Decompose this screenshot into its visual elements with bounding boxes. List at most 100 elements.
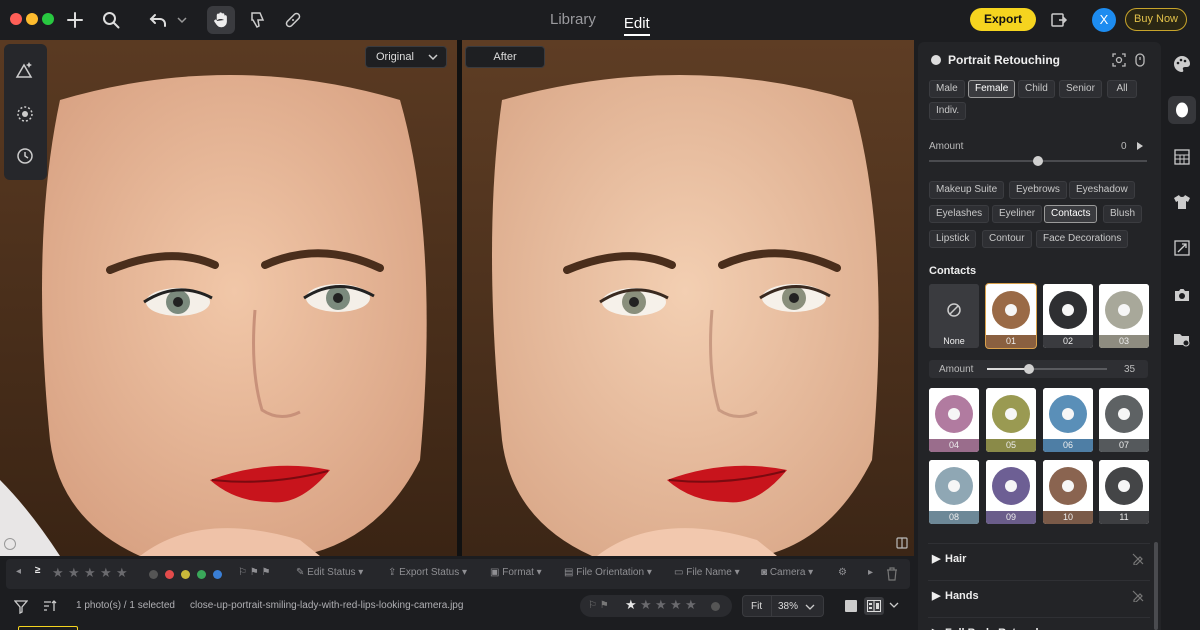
background-icon[interactable] (1171, 146, 1193, 168)
reset-icon[interactable] (1134, 53, 1146, 67)
face-detect-icon[interactable] (1112, 53, 1126, 67)
view-options-chevron-icon[interactable] (889, 602, 899, 609)
info-icon[interactable] (4, 538, 16, 550)
single-view-icon[interactable] (845, 600, 857, 612)
contact-swatch-07[interactable]: 07 (1099, 388, 1149, 452)
contact-swatch-03[interactable]: 03 (1099, 284, 1149, 348)
contact-swatch-08[interactable]: 08 (929, 460, 979, 524)
rating-filter-star-icon[interactable]: ★ (100, 565, 112, 581)
zoom-value[interactable]: 38% (778, 601, 798, 612)
section-hands[interactable]: ▶ Hands (928, 580, 1150, 610)
scroll-right-icon[interactable]: ▸ (868, 567, 873, 578)
chip-makeup-suite[interactable]: Makeup Suite (929, 181, 1005, 199)
expand-arrow-icon[interactable] (1136, 141, 1144, 151)
contacts-amount-knob[interactable] (1024, 364, 1034, 374)
contacts-none[interactable]: None (929, 284, 979, 348)
contact-swatch-09[interactable]: 09 (986, 460, 1036, 524)
color-label-dot[interactable] (197, 570, 206, 579)
color-label-dot[interactable] (181, 570, 190, 579)
close-window-button[interactable] (10, 13, 22, 25)
undo-history-chevron-icon[interactable] (170, 8, 194, 32)
split-view-icon[interactable] (896, 536, 908, 554)
chip-blush[interactable]: Blush (1103, 205, 1143, 223)
rating-star-icon[interactable]: ★ (640, 597, 652, 613)
contact-swatch-10[interactable]: 10 (1043, 460, 1093, 524)
fit-button[interactable]: Fit (751, 601, 762, 612)
chip-child[interactable]: Child (1018, 80, 1055, 98)
section-hair[interactable]: ▶ Hair (928, 543, 1150, 573)
filter-icon[interactable] (13, 600, 29, 619)
chip-eyebrows[interactable]: Eyebrows (1009, 181, 1067, 199)
hand-tool-icon[interactable] (207, 6, 235, 34)
tab-edit[interactable]: Edit (623, 4, 650, 36)
camera-icon[interactable] (1171, 284, 1193, 306)
add-icon[interactable] (63, 8, 87, 32)
trash-icon[interactable] (886, 567, 898, 581)
export-button[interactable]: Export (970, 8, 1036, 31)
undo-icon[interactable] (146, 8, 170, 32)
contact-swatch-06[interactable]: 06 (1043, 388, 1093, 452)
portrait-icon[interactable] (1168, 96, 1196, 124)
chip-female[interactable]: Female (968, 80, 1016, 98)
buy-now-button[interactable]: Buy Now (1125, 8, 1187, 31)
ai-adjust-icon[interactable] (11, 56, 39, 84)
original-photo[interactable]: Original (0, 40, 457, 556)
search-icon[interactable] (99, 8, 123, 32)
contact-swatch-05[interactable]: 05 (986, 388, 1036, 452)
minimize-window-button[interactable] (26, 13, 38, 25)
color-label-dot[interactable] (711, 602, 720, 611)
sort-icon[interactable] (43, 599, 57, 618)
bandage-icon[interactable] (281, 8, 305, 32)
rating-star-icon[interactable]: ★ (625, 597, 637, 613)
chip-contacts[interactable]: Contacts (1044, 205, 1098, 223)
filter-export-status[interactable]: ⇪ Export Status ▾ (388, 567, 467, 578)
rating-filter-star-icon[interactable]: ★ (52, 565, 64, 581)
retouch-brush-icon[interactable] (11, 100, 39, 128)
amount-slider-knob[interactable] (1033, 156, 1043, 166)
rating-star-icon[interactable]: ★ (685, 597, 697, 613)
rating-star-icon[interactable]: ★ (670, 597, 682, 613)
contact-swatch-02[interactable]: 02 (1043, 284, 1093, 348)
chip-individual[interactable]: Indiv. (929, 102, 967, 120)
contact-swatch-04[interactable]: 04 (929, 388, 979, 452)
more-filters-icon[interactable]: ⚙ (838, 567, 847, 578)
before-after-view-icon[interactable] (864, 597, 884, 615)
filter-format[interactable]: ▣ Format ▾ (490, 567, 542, 578)
filter-file-orientation[interactable]: ▤ File Orientation ▾ (564, 567, 652, 578)
maximize-window-button[interactable] (42, 13, 54, 25)
side-by-side-compare-icon[interactable] (1047, 8, 1071, 32)
chip-eyeshadow[interactable]: Eyeshadow (1069, 181, 1135, 199)
thumbnail-selection-frame[interactable] (18, 626, 78, 630)
chip-contour[interactable]: Contour (982, 230, 1032, 248)
color-label-dot[interactable] (165, 570, 174, 579)
section-full-body[interactable]: ▶ Full Body Retouch (928, 617, 1150, 630)
chevron-down-icon[interactable] (805, 604, 815, 611)
chip-eyeliner[interactable]: Eyeliner (992, 205, 1043, 223)
rating-operator-icon[interactable]: ≥ (35, 565, 41, 576)
dislike-hand-icon[interactable] (245, 8, 269, 32)
flag-icons[interactable]: ⚐ ⚑ (588, 600, 609, 611)
chip-all[interactable]: All (1107, 80, 1137, 98)
contact-swatch-01[interactable]: 01 (985, 283, 1037, 349)
rating-filter-star-icon[interactable]: ★ (116, 565, 128, 581)
chip-eyelashes[interactable]: Eyelashes (929, 205, 990, 223)
avatar[interactable]: X (1092, 8, 1116, 32)
filter-camera[interactable]: ◙ Camera ▾ (761, 567, 829, 578)
filter-file-name[interactable]: ▭ File Name ▾ (674, 567, 740, 578)
original-view-dropdown[interactable]: Original (365, 46, 447, 68)
filter-edit-status[interactable]: ✎ Edit Status ▾ (296, 567, 363, 578)
chip-senior[interactable]: Senior (1059, 80, 1102, 98)
contact-swatch-11[interactable]: 11 (1099, 460, 1149, 524)
folder-eye-icon[interactable] (1171, 329, 1193, 351)
crop-adjust-icon[interactable] (1171, 237, 1193, 259)
color-label-dot[interactable] (149, 570, 158, 579)
after-photo[interactable]: After (462, 40, 914, 556)
color-label-dot[interactable] (213, 570, 222, 579)
rating-star-icon[interactable]: ★ (655, 597, 667, 613)
clothing-icon[interactable] (1171, 191, 1193, 213)
panel-scrollbar[interactable] (1154, 542, 1158, 630)
tab-library[interactable]: Library (550, 0, 596, 40)
chip-male[interactable]: Male (929, 80, 965, 98)
rating-filter-star-icon[interactable]: ★ (68, 565, 80, 581)
chip-face-decorations[interactable]: Face Decorations (1036, 230, 1129, 248)
